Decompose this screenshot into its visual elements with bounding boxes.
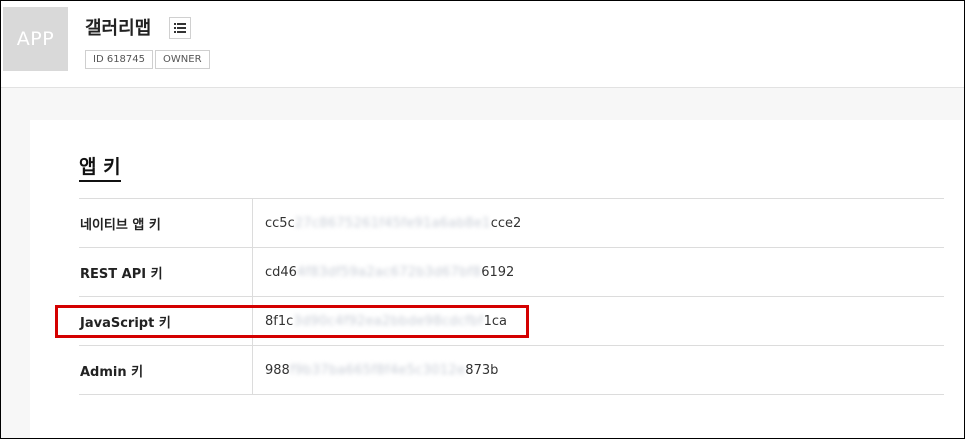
key-value[interactable]: cd46 4f83df59a2ac672b3d67bf8 6192 — [253, 248, 514, 296]
key-value-suffix: 1ca — [483, 313, 507, 329]
app-keys-card: 앱 키 네이티브 앱 키 cc5c 27c8675261f45fe91a6ab8e… — [30, 120, 964, 438]
key-label: Admin 키 — [79, 346, 253, 394]
key-value-suffix: 873b — [465, 362, 499, 378]
key-value-masked: 27c8675261f45fe91a6ab8e1 — [294, 215, 491, 231]
key-value-suffix: 6192 — [481, 264, 515, 280]
list-icon — [174, 23, 186, 33]
key-value[interactable]: 8f1c 3d90c4f92ea2bbde98cdcfbf 1ca — [253, 297, 507, 345]
key-value[interactable]: 988 f9b37ba665f8f4e5c3012e 873b — [253, 346, 498, 394]
key-value-masked: 3d90c4f92ea2bbde98cdcfbf — [293, 313, 484, 329]
key-value-prefix: cd46 — [265, 264, 297, 280]
key-row-admin: Admin 키 988 f9b37ba665f8f4e5c3012e 873b — [79, 346, 944, 395]
app-menu-button[interactable] — [169, 17, 191, 39]
key-label: 네이티브 앱 키 — [79, 199, 253, 247]
section-title: 앱 키 — [79, 155, 121, 182]
app-thumbnail: APP — [3, 7, 68, 71]
app-keys-table: 네이티브 앱 키 cc5c 27c8675261f45fe91a6ab8e1 cce… — [79, 198, 944, 395]
key-row-javascript: JavaScript 키 8f1c 3d90c4f92ea2bbde98cdcfb… — [79, 297, 944, 346]
key-value-prefix: 988 — [265, 362, 290, 378]
role-badge: OWNER — [155, 50, 210, 69]
app-header: APP 갤러리맵 ID 618745 OWNER — [1, 1, 964, 88]
key-row-rest-api: REST API 키 cd46 4f83df59a2ac672b3d67bf8 61… — [79, 248, 944, 297]
key-row-native: 네이티브 앱 키 cc5c 27c8675261f45fe91a6ab8e1 cce… — [79, 199, 944, 248]
key-value-masked: f9b37ba665f8f4e5c3012e — [289, 362, 466, 378]
key-label: JavaScript 키 — [79, 297, 253, 345]
key-value[interactable]: cc5c 27c8675261f45fe91a6ab8e1 cce2 — [253, 199, 521, 247]
app-id-badge: ID 618745 — [85, 50, 154, 69]
window-frame: APP 갤러리맵 ID 618745 OWNER 앱 키 네이티브 앱 키 cc — [0, 0, 965, 439]
app-tags: ID 618745 OWNER — [85, 50, 210, 69]
app-thumbnail-label: APP — [16, 28, 55, 50]
app-name: 갤러리맵 — [85, 18, 152, 39]
key-value-prefix: cc5c — [265, 215, 295, 231]
key-value-suffix: cce2 — [490, 215, 522, 231]
key-label: REST API 키 — [79, 248, 253, 296]
key-value-masked: 4f83df59a2ac672b3d67bf8 — [296, 264, 482, 280]
key-value-prefix: 8f1c — [265, 313, 294, 329]
